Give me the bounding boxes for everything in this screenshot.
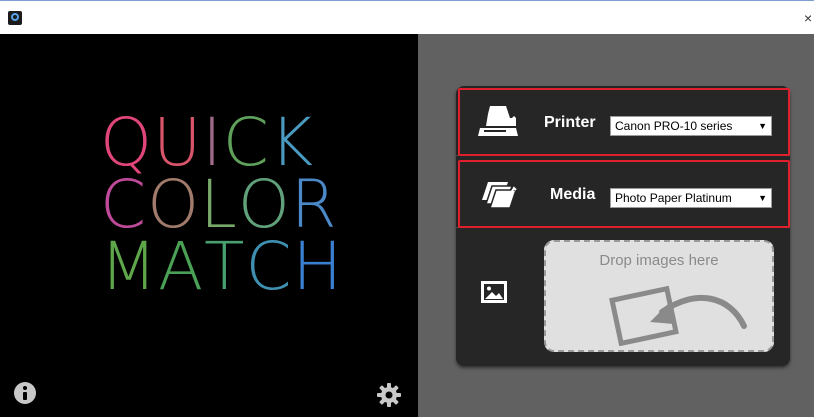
logo-letter: M <box>100 228 158 305</box>
info-icon[interactable] <box>14 382 36 404</box>
app-icon <box>8 11 22 25</box>
settings-card: Printer Canon PRO-10 series ▼ Media Phot… <box>456 86 790 366</box>
logo-letter: A <box>157 228 205 305</box>
title-bar: × <box>0 0 814 34</box>
logo-letter: I <box>202 104 223 181</box>
drop-images-text: Drop images here <box>599 252 719 269</box>
logo-letter: H <box>292 228 344 305</box>
media-label: Media <box>550 186 596 203</box>
logo-letter: O <box>147 166 201 243</box>
image-drop-zone[interactable]: Drop images here <box>544 240 774 352</box>
logo-letter: C <box>222 104 270 181</box>
quick-color-match-logo: QUICK COLOR MATCH <box>100 104 344 305</box>
logo-letter: K <box>269 104 315 181</box>
logo-line-3: MATCH <box>100 228 344 305</box>
caret-down-icon: ▼ <box>758 121 767 131</box>
printer-select-value: Canon PRO-10 series <box>615 119 733 133</box>
logo-letter: C <box>100 166 148 243</box>
printer-select[interactable]: Canon PRO-10 series ▼ <box>610 116 772 136</box>
image-icon <box>481 281 507 303</box>
logo-letter: T <box>204 228 246 305</box>
logo-letter: C <box>245 228 293 305</box>
media-row: Media Photo Paper Platinum ▼ <box>456 160 790 228</box>
logo-letter: U <box>152 104 203 181</box>
printer-icon <box>478 106 518 136</box>
media-select[interactable]: Photo Paper Platinum ▼ <box>610 188 772 208</box>
printer-row: Printer Canon PRO-10 series ▼ <box>456 88 790 156</box>
logo-letter: R <box>290 166 338 243</box>
controls-panel: Printer Canon PRO-10 series ▼ Media Phot… <box>418 34 814 417</box>
media-select-value: Photo Paper Platinum <box>615 191 732 205</box>
logo-line-2: COLOR <box>100 166 343 243</box>
printer-label: Printer <box>544 114 596 131</box>
media-icon <box>482 182 518 209</box>
drop-photo-arrow-icon <box>609 285 747 346</box>
logo-letter: L <box>200 166 238 243</box>
gear-icon[interactable] <box>376 382 402 408</box>
logo-letter: O <box>237 166 291 243</box>
close-icon[interactable]: × <box>804 9 814 27</box>
brand-panel: QUICK COLOR MATCH <box>0 34 418 417</box>
caret-down-icon: ▼ <box>758 193 767 203</box>
logo-line-1: QUICK <box>100 104 343 181</box>
logo-letter: Q <box>100 104 153 181</box>
